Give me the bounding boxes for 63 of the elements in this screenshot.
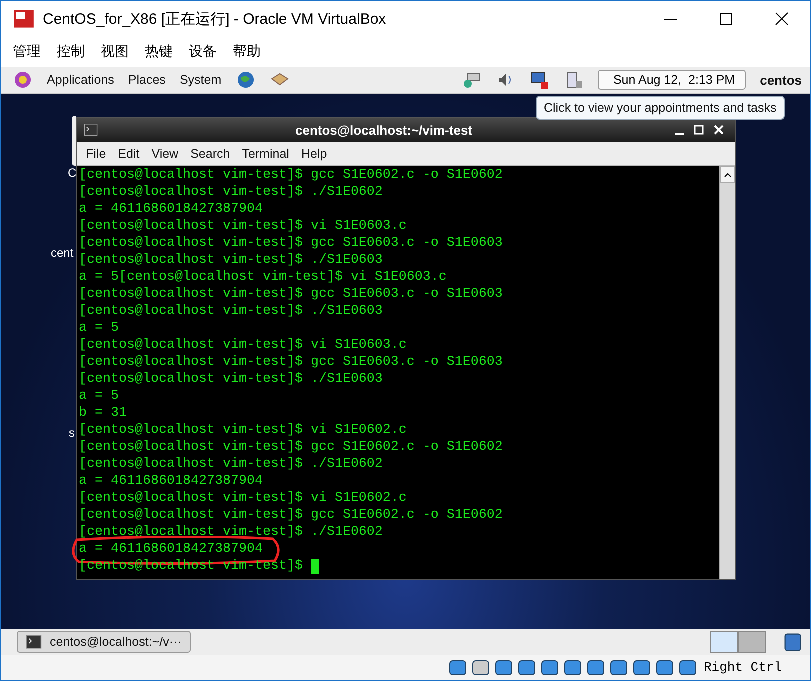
minimize-icon: [674, 133, 684, 135]
scroll-up-button[interactable]: [720, 166, 735, 183]
terminal-line: [centos@localhost vim-test]$ ./S1E0602: [79, 456, 383, 473]
terminal-line: a = 4611686018427387904: [79, 473, 263, 490]
terminal-line: a = 5: [79, 388, 119, 405]
terminal-line: [centos@localhost vim-test]$ vi S1E0602.c: [79, 422, 407, 439]
terminal-line: [centos@localhost vim-test]$ ./S1E0603: [79, 252, 383, 269]
panel-menu[interactable]: Applications: [47, 73, 114, 87]
computer-error-icon[interactable]: [530, 70, 550, 90]
menu-item[interactable]: 设备: [189, 43, 217, 61]
window-title: CentOS_for_X86 [正在运行] - Oracle VM VirtualBox: [43, 10, 388, 28]
workspace-button[interactable]: [710, 631, 738, 653]
menu-item[interactable]: Search: [186, 146, 236, 160]
terminal-line: [centos@localhost vim-test]$ ./S1E0602: [79, 184, 383, 201]
terminal-title: centos@localhost:~/vim-test: [294, 122, 474, 138]
menu-item[interactable]: Help: [296, 146, 332, 160]
minimize-icon: [664, 18, 676, 20]
menu-item[interactable]: File: [81, 146, 112, 160]
menu-item[interactable]: 帮助: [233, 43, 261, 61]
terminal-line: [centos@localhost vim-test]$ vi S1E0603.c: [79, 218, 407, 235]
terminal-line: [centos@localhost vim-test]$ gcc S1E0603.c -o S1E0603: [79, 235, 503, 252]
terminal-line: b = 31: [79, 405, 127, 422]
desktop-icon-label[interactable]: C: [68, 166, 77, 180]
menu-item[interactable]: View: [146, 146, 184, 160]
menu-item[interactable]: Terminal: [237, 146, 294, 160]
desktop-icon-label[interactable]: s: [69, 426, 75, 440]
app-icon: [13, 8, 35, 30]
close-icon: [775, 12, 789, 26]
menu-item[interactable]: 热键: [145, 43, 173, 61]
host-key-label: Right Ctrl: [704, 660, 782, 675]
panel-menu[interactable]: System: [180, 73, 222, 87]
menu-item[interactable]: 控制: [57, 43, 85, 61]
panel-menu[interactable]: Places: [128, 73, 166, 87]
menu-item[interactable]: 视图: [101, 43, 129, 61]
desktop-icon-label[interactable]: cent: [51, 246, 74, 260]
terminal-line: [centos@localhost vim-test]$ ./S1E0602: [79, 524, 383, 541]
terminal-line: [centos@localhost vim-test]$ gcc S1E0603.c -o S1E0603: [79, 286, 503, 303]
terminal-line: a = 4611686018427387904: [79, 541, 263, 558]
maximize-icon: [719, 12, 733, 26]
menu-item[interactable]: 管理: [13, 43, 41, 61]
terminal-line: [centos@localhost vim-test]$ ./S1E0603: [79, 371, 383, 388]
terminal-line: a = 5: [79, 320, 119, 337]
caret-icon: [724, 172, 732, 178]
terminal-line: [centos@localhost vim-test]$ vi S1E0603.c: [79, 337, 407, 354]
maximize-icon: [694, 125, 704, 135]
terminal-line: [centos@localhost vim-test]$ gcc S1E0603.c -o S1E0603: [79, 354, 503, 371]
terminal-line: [centos@localhost vim-test]$ vi S1E0602.c: [79, 490, 407, 507]
terminal-line: a = 4611686018427387904: [79, 201, 263, 218]
terminal-line: a = 5[centos@localhost vim-test]$ vi S1E0603.c: [79, 269, 447, 286]
terminal-line: [centos@localhost vim-test]$ gcc S1E0602.c -o S1E0602: [79, 167, 503, 184]
taskbar-button[interactable]: centos@localhost:~/v···: [17, 631, 191, 653]
globe-icon[interactable]: [236, 70, 256, 90]
user-name[interactable]: centos: [760, 72, 802, 88]
terminal-line: [centos@localhost vim-test]$ ./S1E0603: [79, 303, 383, 320]
close-icon: [714, 125, 724, 135]
terminal-line: [centos@localhost vim-test]$ gcc S1E0602.c -o S1E0602: [79, 439, 503, 456]
scrollbar[interactable]: [719, 166, 735, 579]
terminal-line: [centos@localhost vim-test]$ gcc S1E0602.c -o S1E0602: [79, 507, 503, 524]
terminal-icon: [83, 123, 99, 137]
terminal-icon: [26, 634, 42, 650]
menu-item[interactable]: Edit: [113, 146, 145, 160]
clock-button[interactable]: Sun Aug 12, 2:13 PM: [598, 70, 746, 90]
tooltip: Click to view your appointments and tasks: [536, 96, 785, 120]
